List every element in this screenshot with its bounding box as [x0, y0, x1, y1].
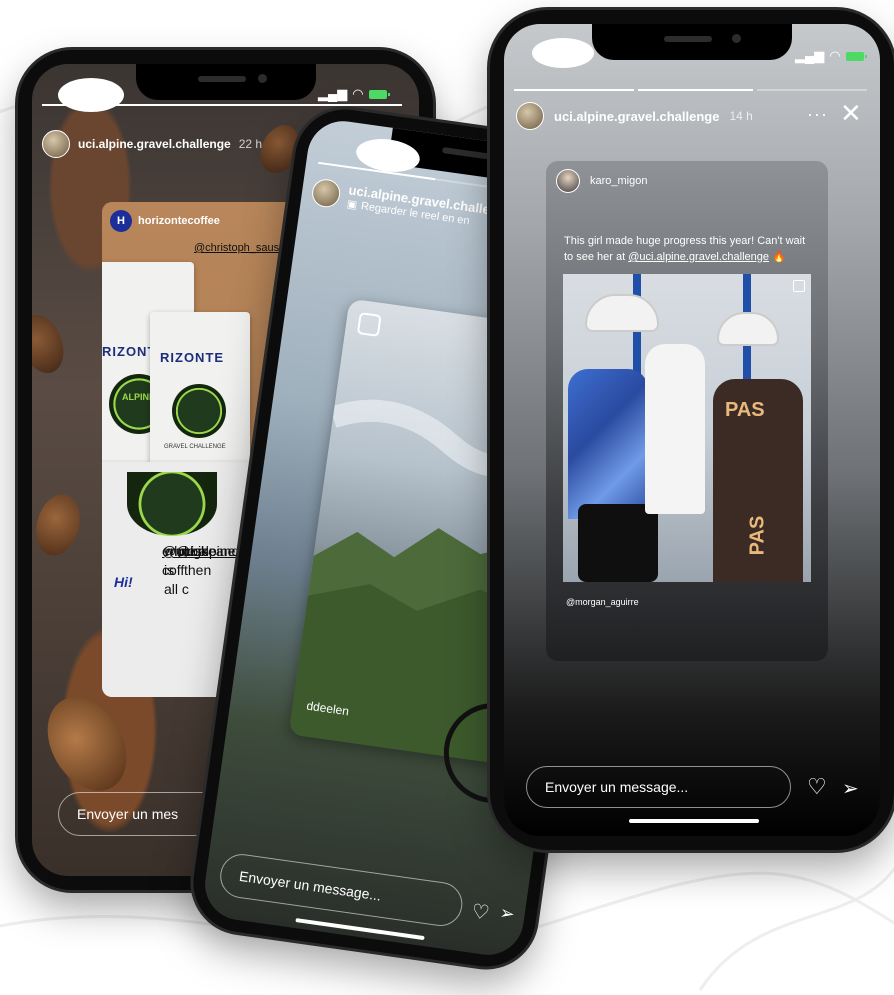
avatar[interactable]	[310, 177, 342, 210]
notch	[135, 64, 316, 100]
bag-label-disc	[127, 472, 217, 536]
bag-brand: RIZONTE	[160, 350, 225, 365]
reel-icon	[356, 312, 382, 337]
repost-caption: This girl made huge progress this year! …	[564, 233, 814, 265]
helmet-image	[585, 294, 659, 332]
horizonte-logo-icon: H	[110, 210, 132, 232]
send-icon[interactable]: ➢	[498, 902, 516, 925]
cyclists-photo[interactable]: PAS PAS	[563, 274, 811, 582]
coffee-bean-image	[32, 308, 72, 380]
story-header: uci.alpine.gravel.challenge 14 h	[516, 102, 753, 130]
logo-initial: H	[117, 215, 125, 227]
jersey-text: PAS	[725, 399, 765, 421]
message-placeholder: Envoyer un message...	[238, 867, 383, 904]
story-progress-bar	[638, 89, 753, 91]
signal-icon: ▂▄▆	[795, 48, 825, 63]
avatar[interactable]	[516, 102, 544, 130]
post-author[interactable]: horizontecoffee	[138, 215, 220, 227]
battery-icon	[845, 51, 867, 61]
send-icon[interactable]: ➢	[842, 776, 859, 801]
post-mention[interactable]: @christoph_sauser	[194, 242, 289, 254]
story-progress-bar	[757, 89, 867, 91]
avatar[interactable]	[556, 169, 580, 193]
hi-badge: Hi!	[114, 574, 133, 590]
repost-author[interactable]: karo_migon	[590, 175, 647, 187]
wifi-icon: ◠	[829, 48, 841, 63]
coffee-bean-image	[32, 683, 143, 805]
status-bar-icons: ▂▄▆ ◠	[318, 86, 390, 102]
repost-card[interactable]: karo_migon This girl made huge progress …	[546, 161, 828, 661]
bystander-image	[645, 344, 705, 514]
rider-jersey-blue	[568, 369, 648, 519]
camera-cutout-mark	[58, 78, 124, 112]
home-indicator	[629, 819, 759, 823]
story-progress-bar	[514, 89, 634, 91]
caption-mention[interactable]: @uci.alpine.gravel.challenge	[628, 251, 769, 263]
battery-icon	[368, 89, 390, 99]
rider-shorts	[578, 504, 658, 582]
story-header: uci.alpine.gravel.challe ▣ Regarder le r…	[310, 177, 491, 230]
more-icon[interactable]: ···	[807, 104, 828, 125]
notch	[592, 24, 792, 60]
story-header: uci.alpine.gravel.challenge 22 h	[42, 130, 262, 158]
jersey-text: PAS	[746, 515, 769, 556]
close-icon[interactable]: ✕	[840, 98, 862, 129]
message-input[interactable]: Envoyer un message...	[217, 851, 466, 929]
message-input[interactable]: Envoyer un message...	[526, 766, 791, 808]
story-account-name[interactable]: uci.alpine.gravel.challenge	[554, 109, 719, 124]
reel-icon: ▣	[345, 198, 358, 212]
story-time: 14 h	[729, 109, 753, 123]
fire-emoji: 🔥	[772, 251, 786, 263]
photo-credit[interactable]: @morgan_aguirre	[566, 597, 639, 607]
heart-icon[interactable]: ♡	[807, 774, 827, 800]
phone-right: uci.alpine.gravel.challenge 14 h ··· ✕ k…	[490, 10, 894, 850]
status-bar-icons: ▂▄▆ ◠	[795, 48, 867, 64]
post-text-line: enough coff	[162, 543, 209, 578]
message-placeholder: Envoyer un message...	[545, 779, 689, 795]
signal-icon: ▂▄▆	[318, 86, 348, 101]
coffee-bean-image	[32, 489, 87, 561]
story-screen-right: uci.alpine.gravel.challenge 14 h ··· ✕ k…	[504, 24, 880, 836]
bag-sublabel: GRAVEL CHALLENGE	[164, 444, 226, 450]
story-account-name[interactable]: uci.alpine.gravel.challenge	[78, 137, 231, 151]
avatar[interactable]	[42, 130, 70, 158]
carousel-icon	[793, 280, 805, 292]
camera-cutout-mark	[532, 38, 594, 68]
wifi-icon: ◠	[352, 86, 364, 101]
story-time: 22 h	[238, 137, 263, 151]
bag-label-disc	[172, 384, 226, 438]
message-placeholder: Envoyer un mes	[77, 806, 179, 822]
post-header: H horizontecoffee	[110, 210, 220, 232]
heart-icon[interactable]: ♡	[470, 899, 491, 926]
helmet-image	[717, 312, 779, 346]
repost-header: karo_migon	[556, 169, 647, 193]
